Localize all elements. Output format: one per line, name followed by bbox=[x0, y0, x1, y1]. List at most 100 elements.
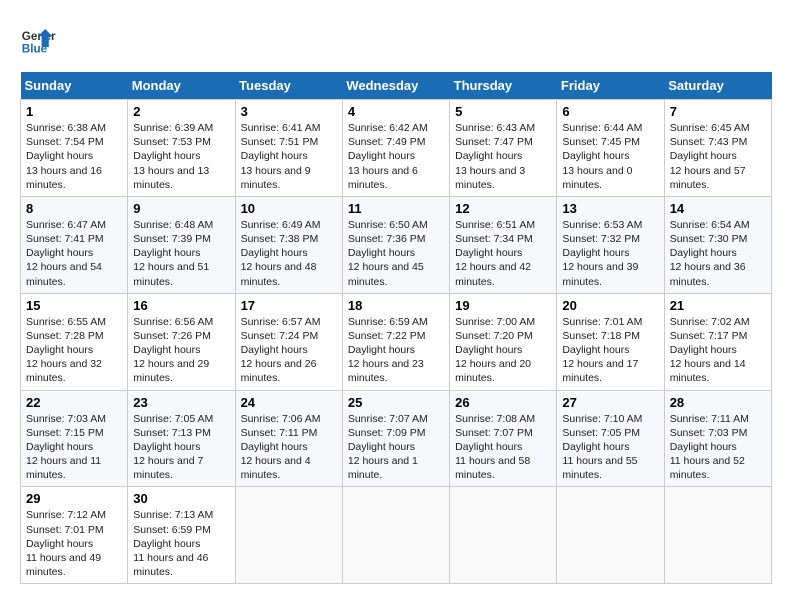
calendar-cell: 3 Sunrise: 6:41 AMSunset: 7:51 PMDayligh… bbox=[235, 100, 342, 197]
day-number: 4 bbox=[348, 104, 444, 119]
day-number: 7 bbox=[670, 104, 766, 119]
day-number: 23 bbox=[133, 395, 229, 410]
day-info: Sunrise: 6:48 AMSunset: 7:39 PMDaylight … bbox=[133, 219, 213, 288]
day-info: Sunrise: 6:41 AMSunset: 7:51 PMDaylight … bbox=[241, 122, 321, 191]
calendar-cell: 27 Sunrise: 7:10 AMSunset: 7:05 PMDaylig… bbox=[557, 390, 664, 487]
calendar-cell: 2 Sunrise: 6:39 AMSunset: 7:53 PMDayligh… bbox=[128, 100, 235, 197]
header-sunday: Sunday bbox=[21, 72, 128, 100]
calendar-week-5: 29 Sunrise: 7:12 AMSunset: 7:01 PMDaylig… bbox=[21, 487, 772, 584]
day-info: Sunrise: 7:08 AMSunset: 7:07 PMDaylight … bbox=[455, 413, 535, 482]
calendar-cell: 7 Sunrise: 6:45 AMSunset: 7:43 PMDayligh… bbox=[664, 100, 771, 197]
calendar-week-3: 15 Sunrise: 6:55 AMSunset: 7:28 PMDaylig… bbox=[21, 293, 772, 390]
calendar-cell bbox=[235, 487, 342, 584]
page-header: General Blue bbox=[20, 20, 772, 56]
day-number: 24 bbox=[241, 395, 337, 410]
day-number: 22 bbox=[26, 395, 122, 410]
day-info: Sunrise: 7:11 AMSunset: 7:03 PMDaylight … bbox=[670, 413, 749, 482]
day-info: Sunrise: 6:56 AMSunset: 7:26 PMDaylight … bbox=[133, 316, 213, 385]
day-info: Sunrise: 6:55 AMSunset: 7:28 PMDaylight … bbox=[26, 316, 106, 385]
day-info: Sunrise: 6:49 AMSunset: 7:38 PMDaylight … bbox=[241, 219, 321, 288]
calendar-cell: 9 Sunrise: 6:48 AMSunset: 7:39 PMDayligh… bbox=[128, 196, 235, 293]
calendar-cell: 10 Sunrise: 6:49 AMSunset: 7:38 PMDaylig… bbox=[235, 196, 342, 293]
day-number: 25 bbox=[348, 395, 444, 410]
day-info: Sunrise: 6:39 AMSunset: 7:53 PMDaylight … bbox=[133, 122, 213, 191]
day-number: 26 bbox=[455, 395, 551, 410]
calendar-cell: 12 Sunrise: 6:51 AMSunset: 7:34 PMDaylig… bbox=[450, 196, 557, 293]
day-info: Sunrise: 7:07 AMSunset: 7:09 PMDaylight … bbox=[348, 413, 428, 482]
day-info: Sunrise: 6:42 AMSunset: 7:49 PMDaylight … bbox=[348, 122, 428, 191]
header-friday: Friday bbox=[557, 72, 664, 100]
day-number: 3 bbox=[241, 104, 337, 119]
header-thursday: Thursday bbox=[450, 72, 557, 100]
calendar-header-row: SundayMondayTuesdayWednesdayThursdayFrid… bbox=[21, 72, 772, 100]
day-number: 6 bbox=[562, 104, 658, 119]
calendar-cell: 24 Sunrise: 7:06 AMSunset: 7:11 PMDaylig… bbox=[235, 390, 342, 487]
day-info: Sunrise: 7:05 AMSunset: 7:13 PMDaylight … bbox=[133, 413, 213, 482]
day-info: Sunrise: 6:50 AMSunset: 7:36 PMDaylight … bbox=[348, 219, 428, 288]
logo-icon: General Blue bbox=[20, 20, 56, 56]
calendar-cell: 15 Sunrise: 6:55 AMSunset: 7:28 PMDaylig… bbox=[21, 293, 128, 390]
calendar-cell: 28 Sunrise: 7:11 AMSunset: 7:03 PMDaylig… bbox=[664, 390, 771, 487]
day-number: 13 bbox=[562, 201, 658, 216]
day-number: 15 bbox=[26, 298, 122, 313]
calendar-cell: 14 Sunrise: 6:54 AMSunset: 7:30 PMDaylig… bbox=[664, 196, 771, 293]
svg-text:General: General bbox=[22, 30, 56, 43]
calendar-table: SundayMondayTuesdayWednesdayThursdayFrid… bbox=[20, 72, 772, 584]
day-info: Sunrise: 6:45 AMSunset: 7:43 PMDaylight … bbox=[670, 122, 750, 191]
calendar-cell: 30 Sunrise: 7:13 AMSunset: 6:59 PMDaylig… bbox=[128, 487, 235, 584]
day-number: 20 bbox=[562, 298, 658, 313]
calendar-cell: 29 Sunrise: 7:12 AMSunset: 7:01 PMDaylig… bbox=[21, 487, 128, 584]
day-info: Sunrise: 6:51 AMSunset: 7:34 PMDaylight … bbox=[455, 219, 535, 288]
day-number: 8 bbox=[26, 201, 122, 216]
calendar-cell: 17 Sunrise: 6:57 AMSunset: 7:24 PMDaylig… bbox=[235, 293, 342, 390]
calendar-week-1: 1 Sunrise: 6:38 AMSunset: 7:54 PMDayligh… bbox=[21, 100, 772, 197]
day-info: Sunrise: 7:10 AMSunset: 7:05 PMDaylight … bbox=[562, 413, 642, 482]
header-saturday: Saturday bbox=[664, 72, 771, 100]
calendar-cell: 13 Sunrise: 6:53 AMSunset: 7:32 PMDaylig… bbox=[557, 196, 664, 293]
header-wednesday: Wednesday bbox=[342, 72, 449, 100]
calendar-cell: 5 Sunrise: 6:43 AMSunset: 7:47 PMDayligh… bbox=[450, 100, 557, 197]
day-info: Sunrise: 7:12 AMSunset: 7:01 PMDaylight … bbox=[26, 509, 106, 578]
day-number: 19 bbox=[455, 298, 551, 313]
day-number: 29 bbox=[26, 491, 122, 506]
day-number: 21 bbox=[670, 298, 766, 313]
day-info: Sunrise: 7:06 AMSunset: 7:11 PMDaylight … bbox=[241, 413, 321, 482]
calendar-cell: 1 Sunrise: 6:38 AMSunset: 7:54 PMDayligh… bbox=[21, 100, 128, 197]
day-number: 14 bbox=[670, 201, 766, 216]
day-number: 9 bbox=[133, 201, 229, 216]
day-info: Sunrise: 6:47 AMSunset: 7:41 PMDaylight … bbox=[26, 219, 106, 288]
calendar-cell: 20 Sunrise: 7:01 AMSunset: 7:18 PMDaylig… bbox=[557, 293, 664, 390]
day-number: 18 bbox=[348, 298, 444, 313]
day-number: 16 bbox=[133, 298, 229, 313]
day-info: Sunrise: 6:38 AMSunset: 7:54 PMDaylight … bbox=[26, 122, 106, 191]
calendar-cell: 23 Sunrise: 7:05 AMSunset: 7:13 PMDaylig… bbox=[128, 390, 235, 487]
calendar-cell bbox=[557, 487, 664, 584]
calendar-cell: 22 Sunrise: 7:03 AMSunset: 7:15 PMDaylig… bbox=[21, 390, 128, 487]
calendar-cell: 8 Sunrise: 6:47 AMSunset: 7:41 PMDayligh… bbox=[21, 196, 128, 293]
calendar-week-4: 22 Sunrise: 7:03 AMSunset: 7:15 PMDaylig… bbox=[21, 390, 772, 487]
day-info: Sunrise: 6:44 AMSunset: 7:45 PMDaylight … bbox=[562, 122, 642, 191]
day-number: 12 bbox=[455, 201, 551, 216]
calendar-cell: 16 Sunrise: 6:56 AMSunset: 7:26 PMDaylig… bbox=[128, 293, 235, 390]
logo: General Blue bbox=[20, 20, 56, 56]
calendar-cell: 4 Sunrise: 6:42 AMSunset: 7:49 PMDayligh… bbox=[342, 100, 449, 197]
day-number: 10 bbox=[241, 201, 337, 216]
day-number: 17 bbox=[241, 298, 337, 313]
day-info: Sunrise: 6:53 AMSunset: 7:32 PMDaylight … bbox=[562, 219, 642, 288]
day-info: Sunrise: 7:13 AMSunset: 6:59 PMDaylight … bbox=[133, 509, 213, 578]
header-monday: Monday bbox=[128, 72, 235, 100]
calendar-cell: 25 Sunrise: 7:07 AMSunset: 7:09 PMDaylig… bbox=[342, 390, 449, 487]
calendar-cell: 26 Sunrise: 7:08 AMSunset: 7:07 PMDaylig… bbox=[450, 390, 557, 487]
day-number: 30 bbox=[133, 491, 229, 506]
header-tuesday: Tuesday bbox=[235, 72, 342, 100]
calendar-cell bbox=[450, 487, 557, 584]
day-info: Sunrise: 6:43 AMSunset: 7:47 PMDaylight … bbox=[455, 122, 535, 191]
day-info: Sunrise: 7:02 AMSunset: 7:17 PMDaylight … bbox=[670, 316, 750, 385]
calendar-cell: 19 Sunrise: 7:00 AMSunset: 7:20 PMDaylig… bbox=[450, 293, 557, 390]
day-info: Sunrise: 7:03 AMSunset: 7:15 PMDaylight … bbox=[26, 413, 106, 482]
day-number: 2 bbox=[133, 104, 229, 119]
day-info: Sunrise: 6:59 AMSunset: 7:22 PMDaylight … bbox=[348, 316, 428, 385]
calendar-cell: 6 Sunrise: 6:44 AMSunset: 7:45 PMDayligh… bbox=[557, 100, 664, 197]
day-number: 1 bbox=[26, 104, 122, 119]
day-info: Sunrise: 7:01 AMSunset: 7:18 PMDaylight … bbox=[562, 316, 642, 385]
